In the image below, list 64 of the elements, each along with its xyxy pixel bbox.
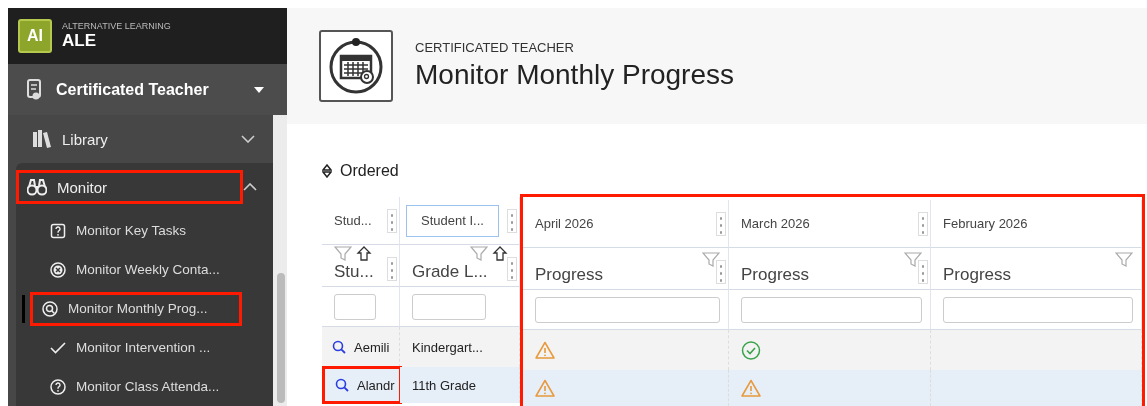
filter-icon[interactable]: [702, 252, 720, 268]
column-header[interactable]: Progress: [741, 265, 810, 285]
books-icon: [32, 129, 52, 149]
column-menu-handle[interactable]: [716, 260, 726, 284]
column-group-header[interactable]: Stud...: [334, 213, 372, 228]
column-group-header[interactable]: February 2026: [943, 216, 1028, 231]
app-subtitle: ALTERNATIVE LEARNING: [62, 21, 171, 32]
column-header[interactable]: Stu...: [334, 262, 374, 282]
warning-icon: [741, 378, 761, 398]
column-header[interactable]: Grade L...: [412, 262, 488, 282]
filter-field[interactable]: [741, 296, 922, 323]
column-menu-handle[interactable]: [918, 260, 928, 284]
caret-down-icon: [253, 85, 265, 94]
scrollbar-thumb[interactable]: [277, 273, 285, 403]
sort-order-icon[interactable]: [356, 246, 372, 262]
column-group-header[interactable]: Student I...: [406, 204, 499, 237]
column-menu-handle[interactable]: [387, 257, 397, 281]
column-menu-handle[interactable]: [507, 209, 517, 233]
x-circle-icon: [50, 261, 66, 278]
filter-field[interactable]: [412, 293, 486, 320]
sort-order-icon[interactable]: [492, 246, 508, 262]
nav-subitem[interactable]: Monitor Key Tasks: [40, 213, 195, 248]
search-icon[interactable]: [335, 378, 349, 392]
sort-icon: [322, 164, 332, 178]
nav-item[interactable]: Monitor: [16, 170, 243, 204]
filter-field[interactable]: [943, 296, 1133, 323]
checkmark-icon: [50, 339, 66, 356]
nav-subitem[interactable]: Monitor Class Attenda...: [40, 369, 228, 404]
chevron-down-icon[interactable]: [241, 135, 255, 143]
filter-field[interactable]: [334, 293, 376, 320]
question-circle-icon: [50, 378, 66, 395]
nav-subitem[interactable]: Monitor Monthly Prog...: [30, 291, 242, 326]
warning-icon: [535, 378, 555, 398]
column-group-header[interactable]: April 2026: [535, 216, 594, 231]
certificate-icon: [26, 78, 42, 101]
filter-icon[interactable]: [904, 252, 922, 268]
nav-item[interactable]: Library: [26, 125, 140, 153]
column-menu-handle[interactable]: [918, 212, 928, 236]
table-cell: Kindergart...: [412, 339, 483, 355]
search-circle-icon: [42, 300, 58, 317]
filter-icon[interactable]: [1115, 252, 1133, 268]
check-circle-icon: [741, 340, 761, 360]
column-menu-handle[interactable]: [507, 257, 517, 281]
table-cell: 11th Grade: [412, 377, 477, 393]
column-menu-handle[interactable]: [716, 212, 726, 236]
column-menu-handle[interactable]: [387, 209, 397, 233]
nav-subitem[interactable]: Monitor Intervention ...: [40, 330, 219, 365]
sort-toggle[interactable]: Ordered: [322, 162, 399, 180]
chevron-up-icon[interactable]: [243, 183, 257, 191]
app-title: ALE: [62, 31, 97, 52]
binoculars-icon: [27, 177, 47, 197]
filter-field[interactable]: [535, 296, 720, 323]
scrollbar[interactable]: [273, 115, 287, 406]
column-group-header[interactable]: March 2026: [741, 216, 810, 231]
page-title: Monitor Monthly Progress: [415, 59, 734, 92]
nav-subitem[interactable]: Monitor Weekly Conta...: [40, 252, 228, 287]
column-header[interactable]: Progress: [535, 265, 604, 285]
page-eyebrow: CERTIFICATED TEACHER: [415, 40, 575, 56]
app-logo: AI: [18, 19, 52, 54]
search-icon[interactable]: [332, 340, 346, 354]
column-header[interactable]: Progress: [943, 265, 1012, 285]
warning-icon: [535, 340, 555, 360]
question-square-icon: [50, 222, 66, 239]
role-dropdown[interactable]: Certificated Teacher: [8, 64, 287, 115]
